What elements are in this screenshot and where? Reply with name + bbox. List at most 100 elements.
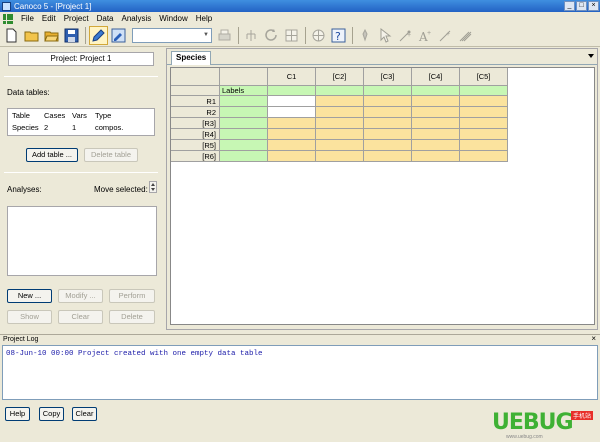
- data-cell[interactable]: [412, 96, 460, 107]
- menu-file[interactable]: File: [17, 14, 38, 23]
- data-cell[interactable]: [460, 96, 508, 107]
- data-cell[interactable]: [412, 140, 460, 151]
- menu-edit[interactable]: Edit: [38, 14, 60, 23]
- delete-table-button[interactable]: Delete table: [84, 148, 138, 162]
- row-label-cell[interactable]: [220, 140, 268, 151]
- minimize-button[interactable]: _: [564, 1, 575, 11]
- row-header[interactable]: R2: [171, 107, 220, 118]
- row-label-cell[interactable]: [220, 151, 268, 162]
- add-points-icon[interactable]: +: [396, 26, 415, 45]
- close-icon[interactable]: ×: [591, 334, 596, 343]
- globe-icon[interactable]: [309, 26, 328, 45]
- edit-pencil-icon[interactable]: [89, 26, 108, 45]
- data-cell[interactable]: [316, 118, 364, 129]
- row-header[interactable]: R1: [171, 96, 220, 107]
- analyses-list[interactable]: [7, 206, 157, 276]
- data-cell[interactable]: [460, 140, 508, 151]
- column-label-cell[interactable]: [460, 86, 508, 96]
- column-label-cell[interactable]: [316, 86, 364, 96]
- app-logo-icon[interactable]: [3, 13, 13, 24]
- add-table-button[interactable]: Add table ...: [26, 148, 78, 162]
- data-cell[interactable]: [316, 129, 364, 140]
- column-label-cell[interactable]: [268, 86, 316, 96]
- column-label-cell[interactable]: [412, 86, 460, 96]
- toolbar-combo[interactable]: ▼: [132, 28, 212, 43]
- column-header[interactable]: [C2]: [316, 68, 364, 86]
- data-cell[interactable]: [268, 107, 316, 118]
- spreadsheet[interactable]: C1 [C2] [C3] [C4] [C5] Labels R1 R2 [R3] [R4] [R5]…: [170, 67, 595, 325]
- menu-window[interactable]: Window: [155, 14, 191, 23]
- data-cell[interactable]: [412, 129, 460, 140]
- data-cell[interactable]: [364, 118, 412, 129]
- data-cell[interactable]: [412, 107, 460, 118]
- column-label-cell[interactable]: [364, 86, 412, 96]
- tree-icon[interactable]: [242, 26, 261, 45]
- table-edit-icon[interactable]: [109, 26, 128, 45]
- data-cell[interactable]: [364, 151, 412, 162]
- clear-analysis-button[interactable]: Clear: [58, 310, 103, 324]
- menu-data[interactable]: Data: [93, 14, 118, 23]
- data-cell[interactable]: [316, 140, 364, 151]
- grid-icon[interactable]: [282, 26, 301, 45]
- data-cell[interactable]: [316, 96, 364, 107]
- data-cell[interactable]: [364, 129, 412, 140]
- open-icon[interactable]: [42, 26, 61, 45]
- data-cell[interactable]: [460, 118, 508, 129]
- data-cell[interactable]: [412, 118, 460, 129]
- pointer-icon[interactable]: [376, 26, 395, 45]
- tab-menu-chevron-icon[interactable]: [588, 54, 594, 58]
- column-header-labels[interactable]: [220, 68, 268, 86]
- hatch-icon[interactable]: [456, 26, 475, 45]
- clear-log-button[interactable]: Clear: [72, 407, 97, 421]
- column-header[interactable]: [C3]: [364, 68, 412, 86]
- data-cell[interactable]: [364, 107, 412, 118]
- graph-tool-icon[interactable]: [356, 26, 375, 45]
- data-cell[interactable]: [268, 140, 316, 151]
- data-cell[interactable]: [460, 151, 508, 162]
- data-cell[interactable]: [412, 151, 460, 162]
- data-cell[interactable]: [316, 107, 364, 118]
- data-cell[interactable]: [268, 129, 316, 140]
- close-button[interactable]: ×: [588, 1, 599, 11]
- menu-analysis[interactable]: Analysis: [118, 14, 156, 23]
- save-icon[interactable]: [62, 26, 81, 45]
- data-cell[interactable]: [268, 118, 316, 129]
- new-analysis-button[interactable]: New ...: [7, 289, 52, 303]
- open-folder-icon[interactable]: [22, 26, 41, 45]
- new-file-icon[interactable]: [2, 26, 21, 45]
- data-cell[interactable]: [364, 96, 412, 107]
- labels-header-cell[interactable]: Labels: [220, 86, 268, 96]
- row-header[interactable]: [R5]: [171, 140, 220, 151]
- row-label-cell[interactable]: [220, 129, 268, 140]
- table-row[interactable]: Species 2 1 compos.: [8, 121, 154, 133]
- menu-help[interactable]: Help: [192, 14, 216, 23]
- row-label-cell[interactable]: [220, 96, 268, 107]
- row-header[interactable]: [R6]: [171, 151, 220, 162]
- data-cell[interactable]: [316, 151, 364, 162]
- refresh-icon[interactable]: [262, 26, 281, 45]
- data-cell[interactable]: [460, 129, 508, 140]
- add-line-icon[interactable]: +: [436, 26, 455, 45]
- column-header[interactable]: [C5]: [460, 68, 508, 86]
- column-header[interactable]: C1: [268, 68, 316, 86]
- row-header[interactable]: [R4]: [171, 129, 220, 140]
- perform-analysis-button[interactable]: Perform: [109, 289, 155, 303]
- column-header[interactable]: [C4]: [412, 68, 460, 86]
- menu-project[interactable]: Project: [60, 14, 93, 23]
- delete-analysis-button[interactable]: Delete: [109, 310, 155, 324]
- add-text-icon[interactable]: A +: [416, 26, 435, 45]
- data-cell[interactable]: [268, 96, 316, 107]
- row-label-cell[interactable]: [220, 107, 268, 118]
- show-analysis-button[interactable]: Show: [7, 310, 52, 324]
- row-header[interactable]: [R3]: [171, 118, 220, 129]
- move-selected-spinner[interactable]: [149, 181, 157, 193]
- data-cell[interactable]: [268, 151, 316, 162]
- copy-button[interactable]: Copy: [39, 407, 64, 421]
- data-cell[interactable]: [460, 107, 508, 118]
- help-button[interactable]: Help: [5, 407, 30, 421]
- corner-cell[interactable]: [171, 68, 220, 86]
- tab-species[interactable]: Species: [171, 51, 212, 65]
- modify-analysis-button[interactable]: Modify ...: [58, 289, 103, 303]
- maximize-button[interactable]: □: [576, 1, 587, 11]
- data-cell[interactable]: [364, 140, 412, 151]
